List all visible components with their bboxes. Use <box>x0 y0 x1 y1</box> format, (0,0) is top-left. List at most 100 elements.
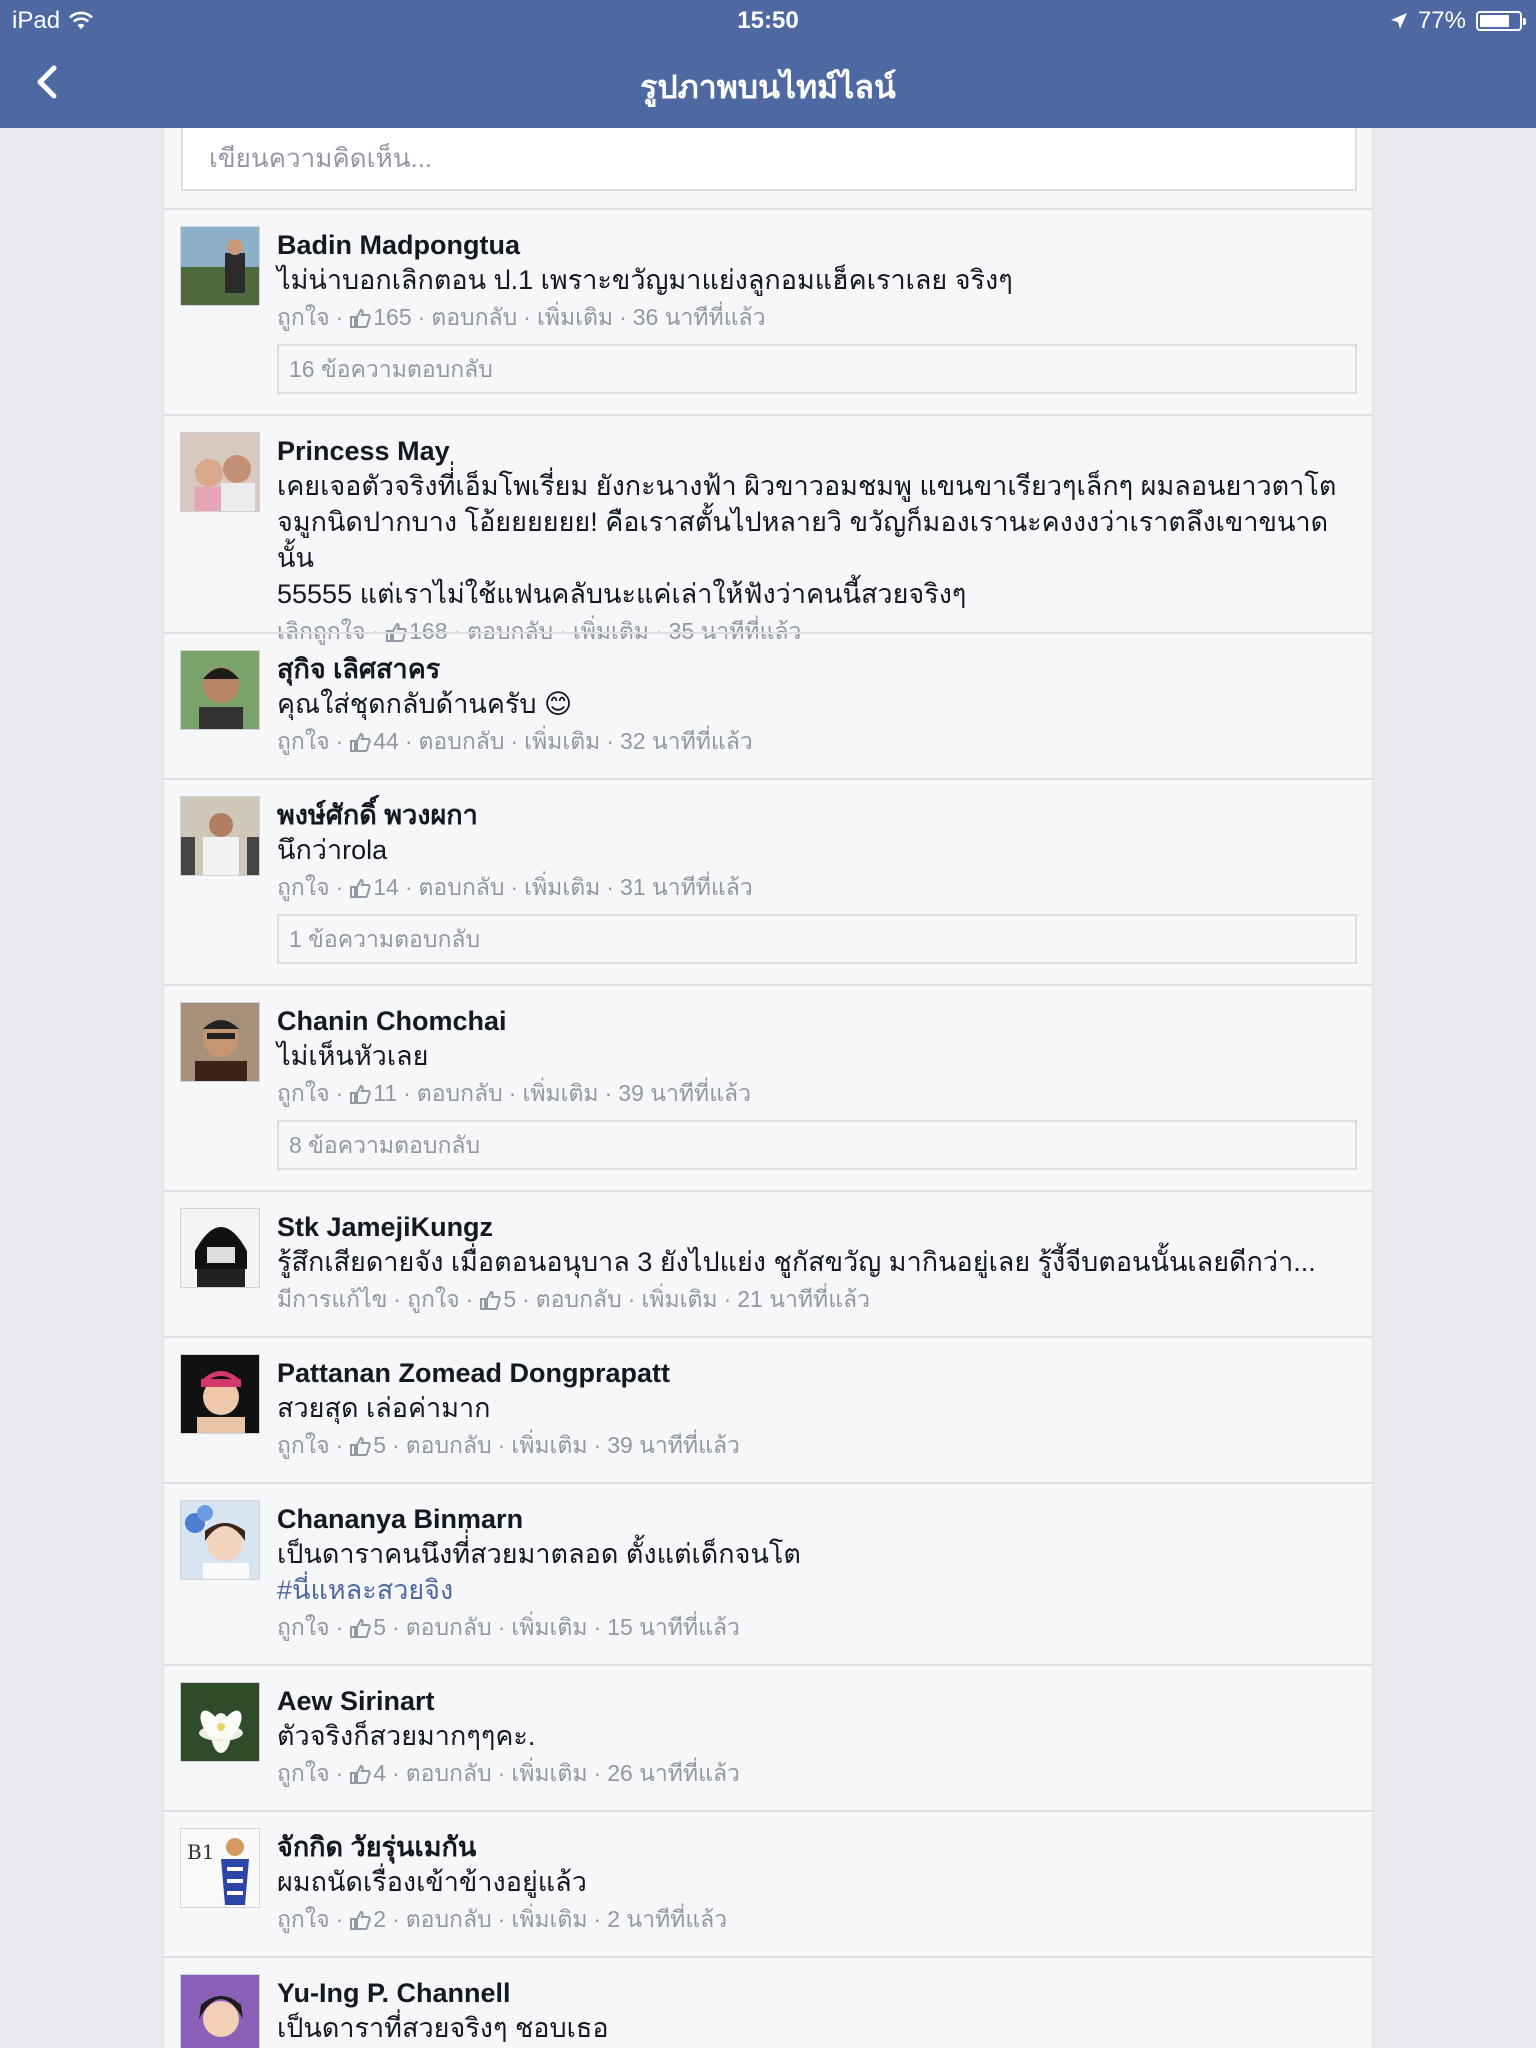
comment-author[interactable]: Stk JamejiKungz <box>277 1210 1357 1244</box>
like-count: 11 <box>373 1080 398 1106</box>
location-arrow-icon <box>1390 13 1407 29</box>
comment-text: รู้สึกเสียดายจัง เมื่อตอนอนุบาล 3 ยังไปแ… <box>277 1247 1316 1277</box>
thumbs-up-icon <box>350 1764 371 1784</box>
view-replies-button[interactable]: 1 ข้อความตอบกลับ <box>277 914 1357 964</box>
like-count: 4 <box>373 1760 387 1786</box>
comment-author[interactable]: Aew Sirinart <box>277 1684 1357 1718</box>
like-button[interactable]: ถูกใจ <box>277 1432 330 1458</box>
view-replies-button[interactable]: 16 ข้อความตอบกลับ <box>277 344 1357 394</box>
comment-actions: ถูกใจ · 44 · ตอบกลับ · เพิ่มเติม · 32 นาทีที่แล้… <box>277 728 753 754</box>
comment-author[interactable]: Princess May <box>277 434 1357 468</box>
thumbs-up-icon <box>350 1618 371 1638</box>
more-button[interactable]: เพิ่มเติม <box>511 1432 587 1458</box>
avatar[interactable] <box>180 650 260 730</box>
more-button[interactable]: เพิ่มเติม <box>641 1286 717 1312</box>
comment-text: ไม่เห็นหัวเลย <box>277 1041 429 1071</box>
comment-text: สวยสุด เล่อค่ามาก <box>277 1393 491 1423</box>
comment-actions: ถูกใจ · 165 · ตอบกลับ · เพิ่มเติม · 36 นาทีที่แล… <box>277 304 766 330</box>
comment-author[interactable]: Badin Madpongtua <box>277 228 1357 262</box>
more-button[interactable]: เพิ่มเติม <box>511 1906 587 1932</box>
more-button[interactable]: เพิ่มเติม <box>524 728 600 754</box>
like-button[interactable]: ถูกใจ <box>277 1080 330 1106</box>
more-button[interactable]: เพิ่มเติม <box>522 1080 598 1106</box>
avatar[interactable]: B1 <box>180 1828 260 1908</box>
comment-text: ตัวจริงก็สวยมากๆๆคะ. <box>277 1721 536 1751</box>
thumbs-up-icon <box>350 308 371 328</box>
edited-label: มีการแก้ไข <box>277 1286 388 1312</box>
like-button[interactable]: ถูกใจ <box>277 728 330 754</box>
battery-percent: 77% <box>1417 7 1466 34</box>
comment-item: Chanin Chomchai ไม่เห็นหัวเลย ถูกใจ · 11 · ต… <box>164 984 1372 1190</box>
thumbs-up-icon <box>350 878 371 898</box>
reply-button[interactable]: ตอบกลับ <box>419 728 505 754</box>
comment-text: ไม่น่าบอกเลิกตอน ป.1 เพราะขวัญมาแย่งลูกอ… <box>277 265 1013 295</box>
timestamp: 15 นาทีที่แล้ว <box>607 1614 740 1640</box>
comment-item: B1 จักกิด วัยรุ่นเมกัน ผมถนัดเรื่องเข้าข… <box>164 1810 1372 1956</box>
avatar[interactable] <box>180 1354 260 1434</box>
status-bar: iPad 15:50 77% <box>0 0 1536 40</box>
more-button[interactable]: เพิ่มเติม <box>511 1760 587 1786</box>
thumbs-up-icon <box>350 1436 371 1456</box>
reply-button[interactable]: ตอบกลับ <box>419 874 505 900</box>
comment-item: Princess May เคยเจอตัวจริงที่่เอ็มโพเรี่… <box>164 414 1372 644</box>
comment-author[interactable]: Yu-Ing P. Channell <box>277 1976 1357 2010</box>
comment-author[interactable]: สุกิจ เลิศสาคร <box>277 652 1357 686</box>
page-title: รูปภาพบนไทม์ไลน์ <box>640 69 896 105</box>
like-button[interactable]: ถูกใจ <box>277 1906 330 1932</box>
comment-author[interactable]: พงษ์ศักดิ์ พวงผกา <box>277 798 1357 832</box>
comment-item: Aew Sirinart ตัวจริงก็สวยมากๆๆคะ. ถูกใจ ·… <box>164 1664 1372 1810</box>
like-button[interactable]: ถูกใจ <box>277 304 330 330</box>
more-button[interactable]: เพิ่มเติม <box>511 1614 587 1640</box>
avatar[interactable] <box>180 1002 260 1082</box>
avatar[interactable] <box>180 1500 260 1580</box>
view-replies-button[interactable]: 8 ข้อความตอบกลับ <box>277 1120 1357 1170</box>
timestamp: 39 นาทีที่แล้ว <box>607 1432 740 1458</box>
comment-author[interactable]: Chananya Binmarn <box>277 1502 1357 1536</box>
comment-list: Badin Madpongtua ไม่น่าบอกเลิกตอน ป.1 เพ… <box>163 128 1373 2048</box>
comment-actions: ถูกใจ · 5 · ตอบกลับ · เพิ่มเติม · 39 นาทีที่แล้ว <box>277 1432 740 1458</box>
comment-text: คุณใส่ชุดกลับด้านครับ 😊 <box>277 689 573 719</box>
comment-text: เป็นดาราคนนึงที่่สวยมาตลอด ตั้งแต่เด็กจน… <box>277 1539 801 1569</box>
comment-author[interactable]: Pattanan Zomead Dongprapatt <box>277 1356 1357 1390</box>
like-button[interactable]: ถูกใจ <box>277 1760 330 1786</box>
comment-actions: ถูกใจ · 11 · ตอบกลับ · เพิ่มเติม · 39 นาทีที่แล้… <box>277 1080 752 1106</box>
timestamp: 21 นาทีที่แล้ว <box>737 1286 871 1312</box>
comment-item: Badin Madpongtua ไม่น่าบอกเลิกตอน ป.1 เพ… <box>164 208 1372 414</box>
battery-icon <box>1476 11 1526 31</box>
like-button[interactable]: ถูกใจ <box>277 874 330 900</box>
reply-button[interactable]: ตอบกลับ <box>536 1286 622 1312</box>
more-button[interactable]: เพิ่มเติม <box>524 874 600 900</box>
like-count: 44 <box>373 728 399 754</box>
comment-actions: ถูกใจ · 2 · ตอบกลับ · เพิ่มเติม · 2 นาทีที่แล้ว <box>277 1906 728 1932</box>
thumbs-up-icon <box>350 1910 371 1930</box>
avatar[interactable] <box>180 1974 260 2048</box>
like-count: 165 <box>373 304 412 330</box>
comment-item: พงษ์ศักดิ์ พวงผกา นึกว่าrola ถูกใจ · 14 · ตอ… <box>164 778 1372 984</box>
comment-actions: มีการแก้ไข · ถูกใจ · 5 · ตอบกลับ · เพิ่มเติม · 21 … <box>277 1286 871 1312</box>
reply-button[interactable]: ตอบกลับ <box>406 1432 492 1458</box>
like-button[interactable]: ถูกใจ <box>407 1286 460 1312</box>
more-button[interactable]: เพิ่มเติม <box>537 304 613 330</box>
like-count: 5 <box>503 1286 517 1312</box>
top-bar: iPad 15:50 77% รูปภาพบนไทม์ไลน์ <box>0 0 1536 128</box>
comment-actions: ถูกใจ · 14 · ตอบกลับ · เพิ่มเติม · 31 นาทีที่แล้… <box>277 874 753 900</box>
avatar[interactable] <box>180 432 260 512</box>
comment-author[interactable]: จักกิด วัยรุ่นเมกัน <box>277 1830 1357 1864</box>
reply-button[interactable]: ตอบกลับ <box>417 1080 503 1106</box>
avatar[interactable] <box>180 1208 260 1288</box>
comment-actions: ถูกใจ · 4 · ตอบกลับ · เพิ่มเติม · 26 นาทีที่แล้ว <box>277 1760 740 1786</box>
reply-button[interactable]: ตอบกลับ <box>406 1614 492 1640</box>
reply-button[interactable]: ตอบกลับ <box>406 1906 492 1932</box>
avatar[interactable] <box>180 796 260 876</box>
avatar[interactable] <box>180 1682 260 1762</box>
hashtag-link[interactable]: #นี่แหละสวยจิง <box>277 1572 1357 1608</box>
comment-author[interactable]: Chanin Chomchai <box>277 1004 1357 1038</box>
reply-button[interactable]: ตอบกลับ <box>431 304 517 330</box>
comment-input[interactable] <box>183 128 1355 189</box>
comment-item: Chananya Binmarn เป็นดาราคนนึงที่่สวยมาต… <box>164 1482 1372 1664</box>
like-button[interactable]: ถูกใจ <box>277 1614 330 1640</box>
timestamp: 39 นาทีที่แล้ว <box>618 1080 752 1106</box>
reply-button[interactable]: ตอบกลับ <box>406 1760 492 1786</box>
avatar[interactable] <box>180 226 260 306</box>
like-count: 14 <box>373 874 399 900</box>
